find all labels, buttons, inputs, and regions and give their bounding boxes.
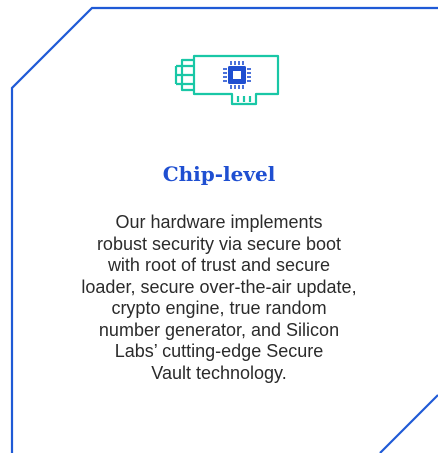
description-line: number generator, and Silicon xyxy=(98,319,340,340)
card-description: Our hardware implements robust security … xyxy=(40,212,398,384)
feature-card: Chip-level Our hardware implements robus… xyxy=(0,0,438,453)
card-title: Chip-level xyxy=(162,162,276,186)
description-line: loader, secure over-the-air update, xyxy=(81,276,357,297)
description-line: with root of trust and secure xyxy=(107,255,331,275)
description-line: robust security via secure boot xyxy=(96,233,342,254)
description-line: Our hardware implements xyxy=(115,212,323,232)
description-line: Vault technology. xyxy=(151,362,287,383)
description-line: Labs’ cutting-edge Secure xyxy=(114,341,324,361)
chip-board-icon xyxy=(174,54,280,106)
description-line: crypto engine, true random xyxy=(111,298,327,318)
